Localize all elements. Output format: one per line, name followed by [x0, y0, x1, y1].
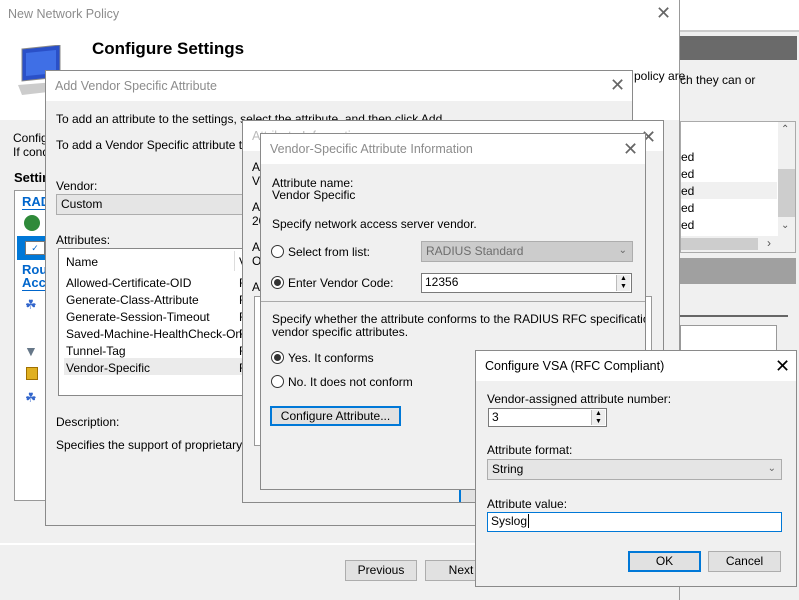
- lock-icon[interactable]: [26, 367, 38, 380]
- vendor-code-value: 12356: [425, 275, 459, 289]
- no-does-not-conform-label[interactable]: No. It does not conform: [288, 375, 413, 389]
- vendor-list-select[interactable]: RADIUS Standard ⌄: [421, 241, 633, 262]
- dialog-title: Configure VSA (RFC Compliant): [485, 359, 665, 373]
- attribute-value-input[interactable]: Syslog: [487, 512, 782, 532]
- instruction-text: To add a Vendor Specific attribute that …: [56, 138, 265, 152]
- filter-icon[interactable]: ▼: [24, 343, 38, 359]
- no-does-not-conform-radio[interactable]: [271, 375, 284, 388]
- select-value: RADIUS Standard: [426, 244, 524, 258]
- conformance-text: vendor specific attributes.: [272, 325, 409, 339]
- previous-button[interactable]: Previous: [345, 560, 417, 581]
- spinner-arrows-icon[interactable]: ▲ ▼: [616, 275, 630, 291]
- yes-conforms-label[interactable]: Yes. It conforms: [288, 351, 374, 365]
- attributes-label: Attributes:: [56, 233, 111, 247]
- enter-vendor-code-label[interactable]: Enter Vendor Code:: [288, 276, 393, 290]
- close-icon[interactable]: ✕: [623, 139, 638, 159]
- table-row-selected[interactable]: Vendor-Specific: [66, 361, 150, 375]
- horizontal-scrollbar[interactable]: ›: [681, 236, 795, 252]
- enter-vendor-code-radio[interactable]: [271, 276, 284, 289]
- attribute-value-label: Attribute value:: [487, 497, 568, 511]
- configure-vsa-dialog: Configure VSA (RFC Compliant) ✕ Vendor-a…: [475, 350, 797, 587]
- select-from-list-label[interactable]: Select from list:: [288, 245, 370, 259]
- background-text: ch they can or: [680, 73, 756, 87]
- network-icon[interactable]: ☘: [25, 297, 37, 313]
- close-icon[interactable]: ✕: [610, 75, 625, 95]
- attribute-number-value: 3: [492, 410, 499, 424]
- close-icon[interactable]: ✕: [775, 356, 790, 376]
- attribute-number-label: Vendor-assigned attribute number:: [487, 392, 672, 406]
- page-heading: Configure Settings: [92, 39, 245, 58]
- chevron-down-icon: ⌄: [618, 245, 627, 256]
- attribute-number-input[interactable]: 3 ▲ ▼: [488, 408, 607, 427]
- yes-conforms-radio[interactable]: [271, 351, 284, 364]
- intro-text: If cond: [13, 145, 50, 159]
- dialog-title: Add Vendor Specific Attribute: [55, 79, 217, 93]
- description-label: Description:: [56, 415, 120, 429]
- configure-attribute-button[interactable]: Configure Attribute...: [270, 406, 401, 426]
- list-item: ed: [681, 150, 695, 164]
- description-text: Specifies the support of proprietary NAS: [56, 438, 271, 452]
- attribute-format-label: Attribute format:: [487, 443, 573, 457]
- attribute-value-text: Syslog: [491, 514, 528, 528]
- vertical-scrollbar[interactable]: ⌃ ⌄: [778, 122, 795, 236]
- vendor-code-input[interactable]: 12356 ▲ ▼: [421, 273, 632, 293]
- checklist-icon: ✓: [25, 241, 45, 255]
- list-item: ed: [681, 167, 695, 181]
- background-list[interactable]: ed ed ed ed ed ⌃ ⌄ ›: [680, 121, 796, 253]
- specify-vendor-text: Specify network access server vendor.: [272, 217, 477, 231]
- column-header-name[interactable]: Name: [66, 255, 98, 269]
- vendor-label: Vendor:: [56, 179, 98, 193]
- ok-button[interactable]: OK: [628, 551, 701, 572]
- cancel-button[interactable]: Cancel: [708, 551, 781, 572]
- attribute-format-select[interactable]: String ⌄: [487, 459, 782, 480]
- list-item: ed: [681, 201, 695, 215]
- table-row[interactable]: Generate-Class-Attribute: [66, 293, 199, 307]
- window-title: New Network Policy: [8, 7, 120, 21]
- table-row[interactable]: Tunnel-Tag: [66, 344, 126, 358]
- network-icon[interactable]: ☘: [25, 390, 37, 406]
- list-item: ed: [681, 218, 695, 232]
- table-row[interactable]: Allowed-Certificate-OID: [66, 276, 191, 290]
- spinner-arrows-icon[interactable]: ▲ ▼: [591, 410, 605, 425]
- list-item: ed: [681, 184, 695, 198]
- chevron-down-icon: ⌄: [767, 463, 776, 474]
- intro-text-fragment: policy are: [634, 69, 686, 83]
- format-value: String: [492, 462, 524, 476]
- table-row[interactable]: Generate-Session-Timeout: [66, 310, 210, 324]
- conformance-text: Specify whether the attribute conforms t…: [272, 312, 646, 326]
- table-row[interactable]: Saved-Machine-HealthCheck-Only: [66, 327, 251, 341]
- select-from-list-radio[interactable]: [271, 245, 284, 258]
- globe-key-icon[interactable]: [24, 215, 40, 231]
- attribute-name-value: Vendor Specific: [272, 188, 356, 202]
- dialog-title: Vendor-Specific Attribute Information: [270, 142, 473, 156]
- close-icon[interactable]: ✕: [656, 3, 671, 23]
